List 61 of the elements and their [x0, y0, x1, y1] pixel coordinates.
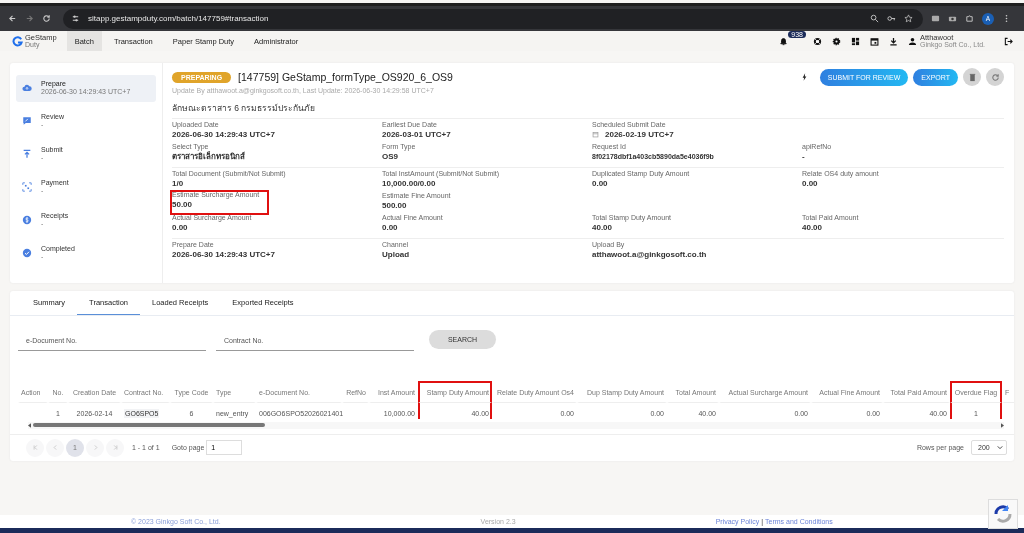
camera-icon[interactable]	[948, 14, 957, 23]
chevron-left-icon	[51, 444, 59, 452]
field-value: 1/0	[172, 179, 185, 189]
star-icon[interactable]	[904, 14, 913, 23]
field-value: 50.00	[172, 200, 194, 210]
field-value: 40.00	[592, 223, 614, 233]
calendar-icon	[592, 130, 599, 138]
first-page-icon	[31, 444, 39, 452]
zoom-icon[interactable]	[870, 14, 879, 23]
field-value: 500.00	[382, 201, 408, 211]
scroll-left-icon[interactable]	[28, 422, 31, 428]
dollar-icon	[22, 215, 32, 225]
chat-icon	[22, 116, 32, 126]
field-value: 0.00	[592, 179, 609, 189]
field-value: 10,000.00/0.00	[382, 179, 437, 189]
field-value: 2026-06-30 14:29:43 UTC+7	[172, 130, 276, 140]
field-value: -	[802, 152, 806, 162]
logo-icon	[12, 35, 23, 47]
field-value: 2026-02-19 UTC+7	[605, 130, 674, 140]
download-icon[interactable]	[889, 36, 898, 46]
field-value: atthawoot.a@ginkgosoft.co.th	[592, 250, 708, 260]
trash-icon	[967, 72, 977, 82]
address-bar[interactable]: sitapp.gestampduty.com/batch/147759#transaction	[63, 8, 923, 29]
bell-icon[interactable]	[779, 36, 789, 46]
support-icon[interactable]	[813, 36, 822, 46]
horizontal-scrollbar[interactable]	[28, 421, 1004, 429]
scan-icon	[22, 182, 32, 192]
calendar-icon[interactable]	[870, 36, 879, 46]
check-icon	[22, 248, 32, 258]
puzzle-icon[interactable]	[965, 14, 974, 23]
reload-icon[interactable]	[42, 14, 51, 23]
field-value: ตราสารอิเล็กทรอนิกส์	[172, 152, 246, 162]
lightning-icon[interactable]	[801, 73, 807, 81]
extension-icon[interactable]	[931, 14, 940, 23]
field-value: Upload	[382, 250, 411, 260]
settings-icon[interactable]	[832, 36, 841, 46]
field-value: 2026-06-30 14:29:43 UTC+7	[172, 250, 276, 260]
field-value: 40.00	[802, 223, 824, 233]
site-settings-icon[interactable]	[71, 14, 80, 23]
field-value: 2026-03-01 UTC+7	[382, 130, 452, 140]
section-heading: ลักษณะตราสาร 6 กรมธรรม์ประกันภัย	[172, 102, 317, 115]
scroll-right-icon[interactable]	[1001, 422, 1004, 428]
batch-title: [147759] GeStamp_formType_OS920_6_OS9	[238, 71, 453, 83]
last-page-icon	[111, 444, 119, 452]
cloud-icon	[22, 83, 32, 93]
field-value: OS9	[382, 152, 399, 162]
caret-icon	[997, 445, 1003, 451]
logout-icon[interactable]	[1004, 36, 1013, 46]
refresh-button[interactable]	[986, 68, 1004, 86]
url-text: sitapp.gestampduty.com/batch/147759#transaction	[88, 14, 269, 23]
refresh-icon	[990, 72, 1000, 82]
field-value: 0.00	[382, 223, 399, 233]
field-value: 0.00	[172, 223, 189, 233]
user-icon[interactable]	[908, 36, 917, 46]
field-value: 0.00	[802, 179, 819, 189]
key-icon[interactable]	[887, 14, 896, 23]
back-icon[interactable]	[8, 14, 17, 23]
forward-icon[interactable]	[25, 14, 34, 23]
dashboard-icon[interactable]	[851, 36, 860, 46]
upload-icon	[22, 149, 32, 159]
delete-button[interactable]	[963, 68, 981, 86]
